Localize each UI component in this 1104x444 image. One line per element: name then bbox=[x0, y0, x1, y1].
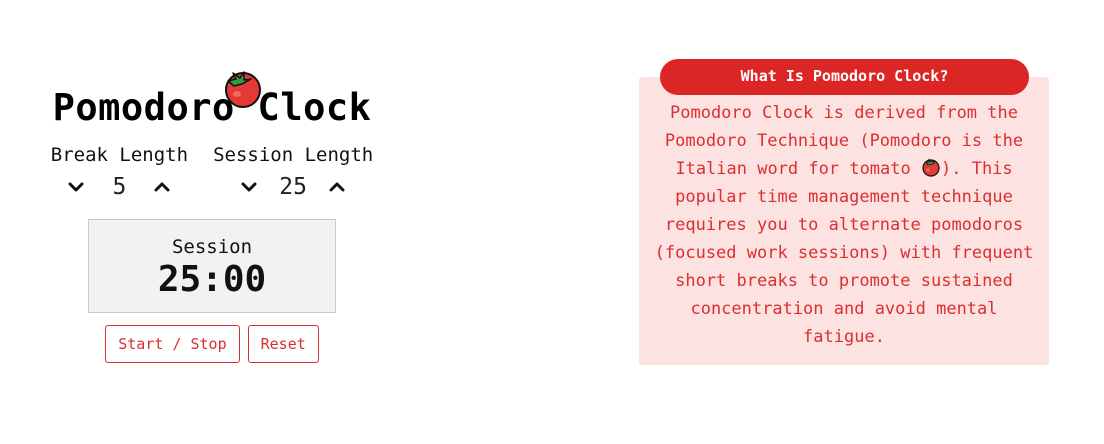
timer-buttons: Start / Stop Reset bbox=[32, 325, 392, 363]
session-length-label: Session Length bbox=[213, 144, 374, 166]
chevron-down-icon bbox=[68, 182, 84, 192]
chevron-up-icon bbox=[329, 182, 345, 192]
break-decrement-button[interactable] bbox=[66, 177, 86, 197]
break-length-label: Break Length bbox=[50, 144, 189, 166]
info-heading: What Is Pomodoro Clock? bbox=[660, 59, 1029, 95]
timer-display: Session 25:00 bbox=[88, 219, 336, 313]
chevron-up-icon bbox=[154, 182, 170, 192]
chevron-down-icon bbox=[241, 182, 257, 192]
page-title: Pomodoro Clock bbox=[52, 86, 372, 129]
page: Pomodoro Clock Break Length 5 Session Le… bbox=[0, 0, 1104, 444]
tomato-icon bbox=[225, 71, 261, 108]
session-decrement-button[interactable] bbox=[239, 177, 259, 197]
break-length-controls: 5 bbox=[51, 169, 188, 205]
session-length-value: 25 bbox=[279, 174, 307, 200]
start-stop-button[interactable]: Start / Stop bbox=[105, 325, 240, 363]
info-body: Pomodoro Clock is derived from the Pomod… bbox=[639, 77, 1049, 365]
timer-label: Session bbox=[171, 236, 253, 258]
tomato-icon bbox=[922, 158, 940, 177]
break-length-value: 5 bbox=[112, 174, 127, 200]
session-increment-button[interactable] bbox=[327, 177, 347, 197]
break-increment-button[interactable] bbox=[152, 177, 172, 197]
length-settings: Break Length 5 Session Length 25 bbox=[32, 141, 392, 205]
break-length-control: Break Length 5 bbox=[51, 141, 188, 205]
timer-time: 25:00 bbox=[157, 259, 267, 300]
session-length-control: Session Length 25 bbox=[213, 141, 373, 205]
session-length-controls: 25 bbox=[213, 169, 373, 205]
info-text-part-2: ). This popular time management techniqu… bbox=[654, 159, 1034, 347]
title-area: Pomodoro Clock bbox=[32, 60, 392, 130]
pomodoro-app: Pomodoro Clock Break Length 5 Session Le… bbox=[32, 60, 392, 363]
reset-button[interactable]: Reset bbox=[247, 325, 319, 363]
